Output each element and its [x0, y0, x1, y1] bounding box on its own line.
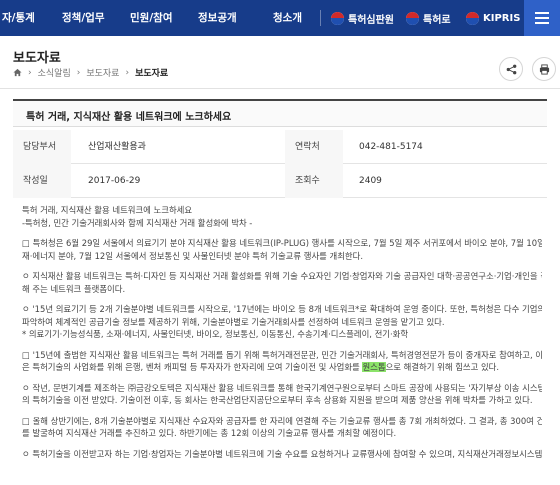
article-line: 특허 거래, 지식재산 활용 네트워크에 노크하세요: [22, 205, 193, 215]
chevron-right-icon: ›: [125, 67, 130, 78]
nav-menu-youth[interactable]: 청소개: [273, 0, 302, 36]
nav-divider: [320, 10, 321, 26]
contact-label: 연락처: [285, 130, 343, 164]
article-line: 의 특허기술을 이전 받았다. 기술이전 이후, 동 회사는 한국산업단지공단으…: [22, 395, 533, 405]
article-line: ㅇ '15년 의료기기 등 2개 기술분야별 네트워크를 시작으로, '17년에…: [22, 304, 542, 314]
chevron-right-icon: ›: [28, 67, 32, 78]
breadcrumb-item-press[interactable]: 보도자료: [86, 66, 119, 79]
nav-menu-statistics[interactable]: 자/통계: [2, 0, 35, 36]
article-line: -특허청, 민간 기술거래회사와 함께 지식재산 거래 활성화에 박차 -: [22, 217, 253, 228]
share-button[interactable]: [499, 57, 523, 81]
breadcrumb-item-current: 보도자료: [135, 69, 169, 79]
share-icon: [506, 64, 516, 74]
site-link-patentro[interactable]: 특허로: [406, 0, 451, 36]
article-line: □ '15년에 출범한 지식재산 활용 네트워크는 특허 거래를 돕기 위해 특…: [22, 349, 542, 360]
nav-menu-civil[interactable]: 민원/참여: [130, 0, 172, 36]
menu-bar-icon: [535, 17, 549, 19]
print-button[interactable]: [532, 57, 556, 81]
home-icon[interactable]: [13, 68, 22, 77]
hamburger-menu-button[interactable]: [524, 0, 560, 36]
chevron-right-icon: ›: [76, 67, 81, 78]
taegeuk-icon: [331, 11, 344, 25]
site-link-kipris[interactable]: KIPRIS: [466, 0, 520, 36]
article-line: □ 올해 상반기에는, 8개 기술분야별로 지식재산 수요자와 공급자를 한 자…: [22, 415, 542, 426]
site-link-label: 특허로: [423, 14, 451, 26]
article-line: 해 주는 네트워크 플랫폼이다.: [22, 283, 126, 294]
date-label: 작성일: [13, 164, 71, 198]
top-nav-bar: 자/통계 정책/업무 민원/참여 정보공개 청소개 특허심판원 특허로 KIPR…: [0, 0, 560, 36]
site-link-label: KIPRIS: [483, 12, 521, 24]
article-title: 특허 거래, 지식재산 활용 네트워크에 노크하세요: [26, 112, 232, 123]
article-line: 파악하여 체계적인 공급기술 정보를 제공하기 위해, 기술분야별로 기술거래회…: [22, 316, 445, 327]
views-value: 2409: [359, 176, 382, 186]
nav-menu-disclosure[interactable]: 정보공개: [198, 0, 237, 36]
article-line: 은 특허기술의 사업화를 위해 은행, 벤처 캐피털 등 투자자가 한자리에 모…: [22, 362, 500, 372]
article-body: 특허 거래, 지식재산 활용 네트워크에 노크하세요 -특허청, 민간 기술거래회…: [22, 204, 542, 460]
breadcrumb: › 소식알림 › 보도자료 › 보도자료: [13, 66, 168, 79]
taegeuk-icon: [466, 11, 479, 25]
highlighted-text: 원스톱: [362, 362, 386, 372]
dept-value: 산업재산활용과: [88, 142, 146, 152]
site-link-label: 특허심판원: [348, 14, 394, 26]
article-title-bar: 특허 거래, 지식재산 활용 네트워크에 노크하세요: [13, 99, 547, 127]
dept-label: 담당부서: [13, 130, 71, 164]
meta-row-dept: 담당부서 산업재산활용과 연락처 042-481-5174: [13, 130, 547, 164]
printer-icon: [539, 63, 549, 75]
views-label: 조회수: [285, 164, 343, 198]
contact-value: 042-481-5174: [359, 142, 423, 152]
site-link-tribunal[interactable]: 특허심판원: [331, 0, 394, 36]
menu-bar-icon: [535, 22, 549, 24]
meta-row-date: 작성일 2017-06-29 조회수 2409: [13, 164, 547, 198]
page-title: 보도자료: [13, 51, 61, 66]
article-line: ㅇ 작년, 문변기계를 제조하는 ㈜금강오토텍은 지식재산 활용 네트워크를 통…: [22, 382, 542, 393]
nav-menu-policy[interactable]: 정책/업무: [62, 0, 104, 36]
header-divider: [0, 88, 560, 89]
article-line: □ 특허청은 6월 29일 서울에서 의료기기 분야 지식재산 활용 네트워크(…: [22, 238, 542, 248]
article-line: ㅇ 특허기술을 이전받고자 하는 기업·창업자는 기술분야별 네트워크에 기술 …: [22, 448, 542, 459]
taegeuk-icon: [406, 11, 419, 25]
article-line: ㅇ 지식재산 활용 네트워크는 특허·디자인 등 지식재산 거래 활성화를 위해…: [22, 271, 542, 281]
date-value: 2017-06-29: [88, 176, 141, 186]
article-line: 를 발굴하여 지식재산 거래를 추진하고 있다. 하반기에는 총 12회 이상의…: [22, 428, 397, 438]
article-line: 재·에너지 분야, 7월 12일 서울에서 정보통신 및 사물인터넷 분야 특허…: [22, 250, 364, 261]
breadcrumb-item-news[interactable]: 소식알림: [38, 66, 71, 79]
article-line: * 의료기기·기능성식품, 소재·에너지, 사물인터넷, 바이오, 정보통신, …: [22, 329, 409, 339]
menu-bar-icon: [535, 12, 549, 14]
